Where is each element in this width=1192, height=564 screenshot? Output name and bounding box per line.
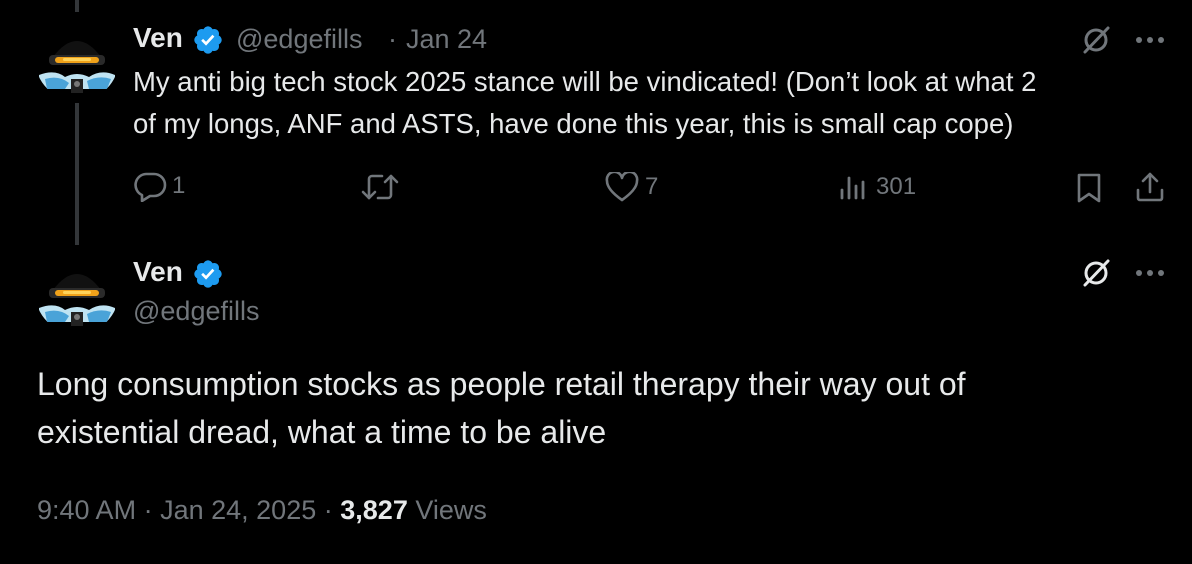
verified-badge-icon — [194, 26, 222, 54]
retweet-icon — [361, 174, 399, 200]
tweet-text-line: My anti big tech stock 2025 stance will … — [133, 66, 1037, 97]
retweet-button[interactable] — [360, 172, 400, 202]
tweet-meta: 9:40 AM · Jan 24, 2025 · 3,827 Views — [37, 495, 487, 526]
thread-line-connector — [75, 103, 79, 245]
grok-icon[interactable] — [1080, 257, 1112, 289]
like-icon — [605, 172, 639, 202]
share-icon[interactable] — [1134, 170, 1166, 204]
avatar[interactable] — [35, 250, 119, 334]
view-count: 301 — [876, 173, 917, 200]
author-handle[interactable]: @edgefills — [236, 24, 362, 55]
reply-count: 1 — [172, 172, 186, 199]
more-icon[interactable] — [1135, 269, 1165, 277]
meta-separator: · — [323, 495, 333, 525]
like-count: 7 — [645, 173, 659, 200]
like-button[interactable]: 7 — [605, 172, 658, 202]
tweet-text-line: of my longs, ANF and ASTS, have done thi… — [133, 108, 1014, 139]
tweet-text-line: existential dread, what a time to be ali… — [37, 414, 607, 450]
thread-line-top — [75, 0, 79, 12]
views-count: 3,827 — [340, 495, 408, 525]
views-icon — [840, 176, 865, 200]
author-name[interactable]: Ven — [133, 256, 183, 288]
meta-separator: · — [143, 495, 153, 525]
tweet-text-line: Long consumption stocks as people retail… — [37, 366, 966, 402]
reply-icon — [134, 172, 167, 202]
avatar-image — [35, 250, 119, 334]
tweet-date[interactable]: Jan 24 — [406, 24, 487, 55]
views-label: Views — [415, 495, 487, 525]
grok-icon[interactable] — [1080, 24, 1112, 56]
views-button[interactable]: 301 — [838, 172, 916, 202]
more-icon[interactable] — [1135, 36, 1165, 44]
meta-separator: · — [388, 24, 397, 54]
author-name[interactable]: Ven — [133, 22, 183, 54]
reply-button[interactable]: 1 — [133, 170, 185, 202]
verified-badge-icon — [194, 260, 222, 288]
avatar-image — [35, 17, 119, 101]
tweet-date[interactable]: Jan 24, 2025 — [160, 495, 316, 525]
bookmark-icon[interactable] — [1075, 172, 1103, 204]
avatar[interactable] — [35, 17, 119, 101]
author-handle[interactable]: @edgefills — [133, 296, 259, 327]
tweet-time[interactable]: 9:40 AM — [37, 495, 136, 525]
